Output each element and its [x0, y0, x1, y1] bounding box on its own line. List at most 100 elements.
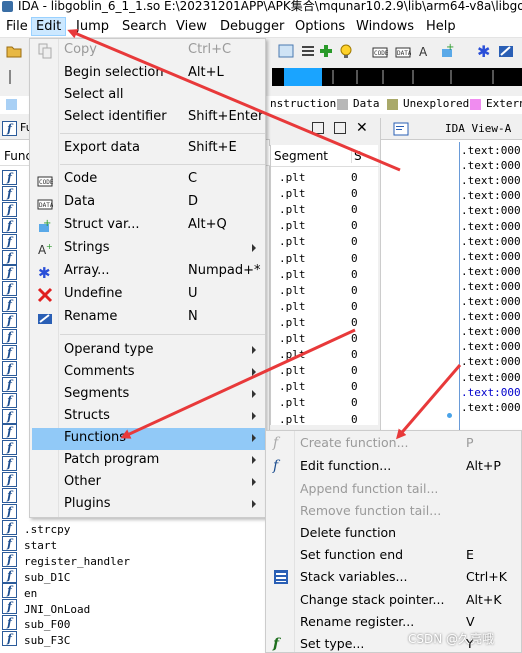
disassembly-line[interactable]: .text:000	[461, 144, 521, 157]
data-icon[interactable]: DATA	[395, 43, 411, 59]
segment-cell[interactable]: .plt	[279, 413, 306, 426]
disassembly-line[interactable]: .text:000	[461, 189, 521, 202]
edit-menu-functions[interactable]: Functions	[32, 428, 265, 450]
disassembly-line[interactable]: .text:000	[461, 401, 521, 414]
edit-menu-array[interactable]: ✱ Array... Numpad+*	[32, 261, 265, 283]
edit-menu-segments[interactable]: Segments	[32, 384, 265, 406]
menu-help[interactable]: Help	[421, 17, 461, 36]
navigation-band[interactable]	[272, 68, 522, 86]
disassembly-line[interactable]: .text:000	[461, 250, 521, 263]
edit-menu-other[interactable]: Other	[32, 472, 265, 494]
function-list-item[interactable]: start	[24, 539, 57, 552]
segment-cell[interactable]: .plt	[279, 268, 306, 281]
rename-icon[interactable]	[498, 43, 514, 59]
code-icon[interactable]: CODE	[372, 43, 388, 59]
edit-menu-code[interactable]: CODE Code C	[32, 169, 265, 191]
edit-menu-structs[interactable]: Structs	[32, 406, 265, 428]
disassembly-line[interactable]: .text:000	[461, 310, 521, 323]
s-cell[interactable]: 0	[351, 284, 358, 297]
submenu-edit-function[interactable]: f Edit function... Alt+P	[268, 455, 521, 477]
open-folder-icon[interactable]	[6, 43, 22, 59]
segment-cell[interactable]: .plt	[279, 348, 306, 361]
segment-cell[interactable]: .plt	[279, 316, 306, 329]
edit-menu-struct-var[interactable]: + Struct var... Alt+Q	[32, 215, 265, 237]
menu-file[interactable]: File	[1, 17, 33, 36]
edit-menu-undefine[interactable]: Undefine U	[32, 284, 265, 306]
minimize-window-icon[interactable]	[312, 122, 324, 134]
restore-window-icon[interactable]	[334, 122, 346, 134]
segment-cell[interactable]: .plt	[279, 187, 306, 200]
submenu-remove-function-tail[interactable]: Remove function tail...	[268, 500, 521, 522]
disassembly-line[interactable]: .text:000	[461, 371, 521, 384]
disassembly-line[interactable]: .text:000	[461, 220, 521, 233]
function-list-item[interactable]: JNI_OnLoad	[24, 603, 90, 616]
segment-cell[interactable]: .plt	[279, 219, 306, 232]
s-cell[interactable]: 0	[351, 316, 358, 329]
disassembly-line[interactable]: .text:000	[461, 280, 521, 293]
s-cell[interactable]: 0	[351, 252, 358, 265]
menu-view[interactable]: View	[171, 17, 212, 36]
disassembly-line[interactable]: .text:000	[461, 386, 521, 399]
disassembly-line[interactable]: .text:000	[461, 159, 521, 172]
segment-cell[interactable]: .plt	[279, 332, 306, 345]
edit-menu-select-identifier[interactable]: Select identifier Shift+Enter	[32, 107, 265, 129]
s-cell[interactable]: 0	[351, 364, 358, 377]
menu-search[interactable]: Search	[117, 17, 172, 36]
segment-cell[interactable]: .plt	[279, 171, 306, 184]
submenu-create-function[interactable]: f Create function... P	[268, 432, 521, 454]
column-s[interactable]: S	[351, 149, 362, 163]
column-function-name[interactable]: Func	[4, 149, 32, 163]
segment-cell[interactable]: .plt	[279, 284, 306, 297]
s-cell[interactable]: 0	[351, 268, 358, 281]
edit-menu-select-all[interactable]: Select all	[32, 85, 265, 107]
function-list-item[interactable]: sub_D1C	[24, 571, 70, 584]
s-cell[interactable]: 0	[351, 396, 358, 409]
edit-menu-begin-selection[interactable]: Begin selection Alt+L	[32, 63, 265, 85]
edit-menu-data[interactable]: DATA Data D	[32, 192, 265, 214]
disassembly-line[interactable]: .text:000	[461, 235, 521, 248]
column-segment[interactable]: Segment	[274, 149, 328, 163]
s-cell[interactable]: 0	[351, 235, 358, 248]
run-icon[interactable]	[278, 43, 294, 59]
s-cell[interactable]: 0	[351, 203, 358, 216]
function-list-item[interactable]: sub_F00	[24, 618, 70, 631]
function-list-item[interactable]: register_handler	[24, 555, 130, 568]
list-icon[interactable]	[300, 43, 316, 59]
segment-cell[interactable]: .plt	[279, 364, 306, 377]
struct-icon[interactable]: +	[440, 43, 456, 59]
segment-cell[interactable]: .plt	[279, 252, 306, 265]
s-cell[interactable]: 0	[351, 219, 358, 232]
close-window-icon[interactable]: ✕	[356, 120, 368, 136]
function-list-item[interactable]: sub_F3C	[24, 634, 70, 647]
s-cell[interactable]: 0	[351, 187, 358, 200]
edit-menu-rename[interactable]: Rename N	[32, 307, 265, 329]
disassembly-line[interactable]: .text:000	[461, 204, 521, 217]
submenu-stack-variables[interactable]: Stack variables... Ctrl+K	[268, 566, 521, 588]
edit-menu-copy[interactable]: Copy Ctrl+C	[32, 40, 265, 62]
lightbulb-icon[interactable]	[338, 43, 354, 59]
function-list-item[interactable]: en	[24, 587, 37, 600]
menu-windows[interactable]: Windows	[351, 17, 419, 36]
edit-menu-operand-type[interactable]: Operand type	[32, 340, 265, 362]
s-cell[interactable]: 0	[351, 171, 358, 184]
edit-menu-plugins[interactable]: Plugins	[32, 494, 265, 516]
menu-jump[interactable]: Jump	[71, 17, 114, 36]
edit-menu-export-data[interactable]: Export data Shift+E	[32, 138, 265, 160]
disassembly-line[interactable]: .text:000	[461, 325, 521, 338]
submenu-change-stack-pointer[interactable]: Change stack pointer... Alt+K	[268, 589, 521, 611]
edit-menu-comments[interactable]: Comments	[32, 362, 265, 384]
disassembly-line[interactable]: .text:000	[461, 174, 521, 187]
segment-cell[interactable]: .plt	[279, 380, 306, 393]
submenu-set-function-end[interactable]: Set function end E	[268, 544, 521, 566]
edit-menu-patch-program[interactable]: Patch program	[32, 450, 265, 472]
function-list-item[interactable]: .strcpy	[24, 523, 70, 536]
disassembly-line[interactable]: .text:000	[461, 295, 521, 308]
segment-cell[interactable]: .plt	[279, 300, 306, 313]
ida-view-tab[interactable]: IDA View-A	[381, 118, 522, 140]
disassembly-line[interactable]: .text:000	[461, 355, 521, 368]
segment-cell[interactable]: .plt	[279, 203, 306, 216]
menu-edit[interactable]: Edit	[31, 17, 67, 36]
s-cell[interactable]: 0	[351, 348, 358, 361]
edit-menu-strings[interactable]: A + Strings	[32, 238, 265, 260]
menu-debugger[interactable]: Debugger	[215, 17, 289, 36]
